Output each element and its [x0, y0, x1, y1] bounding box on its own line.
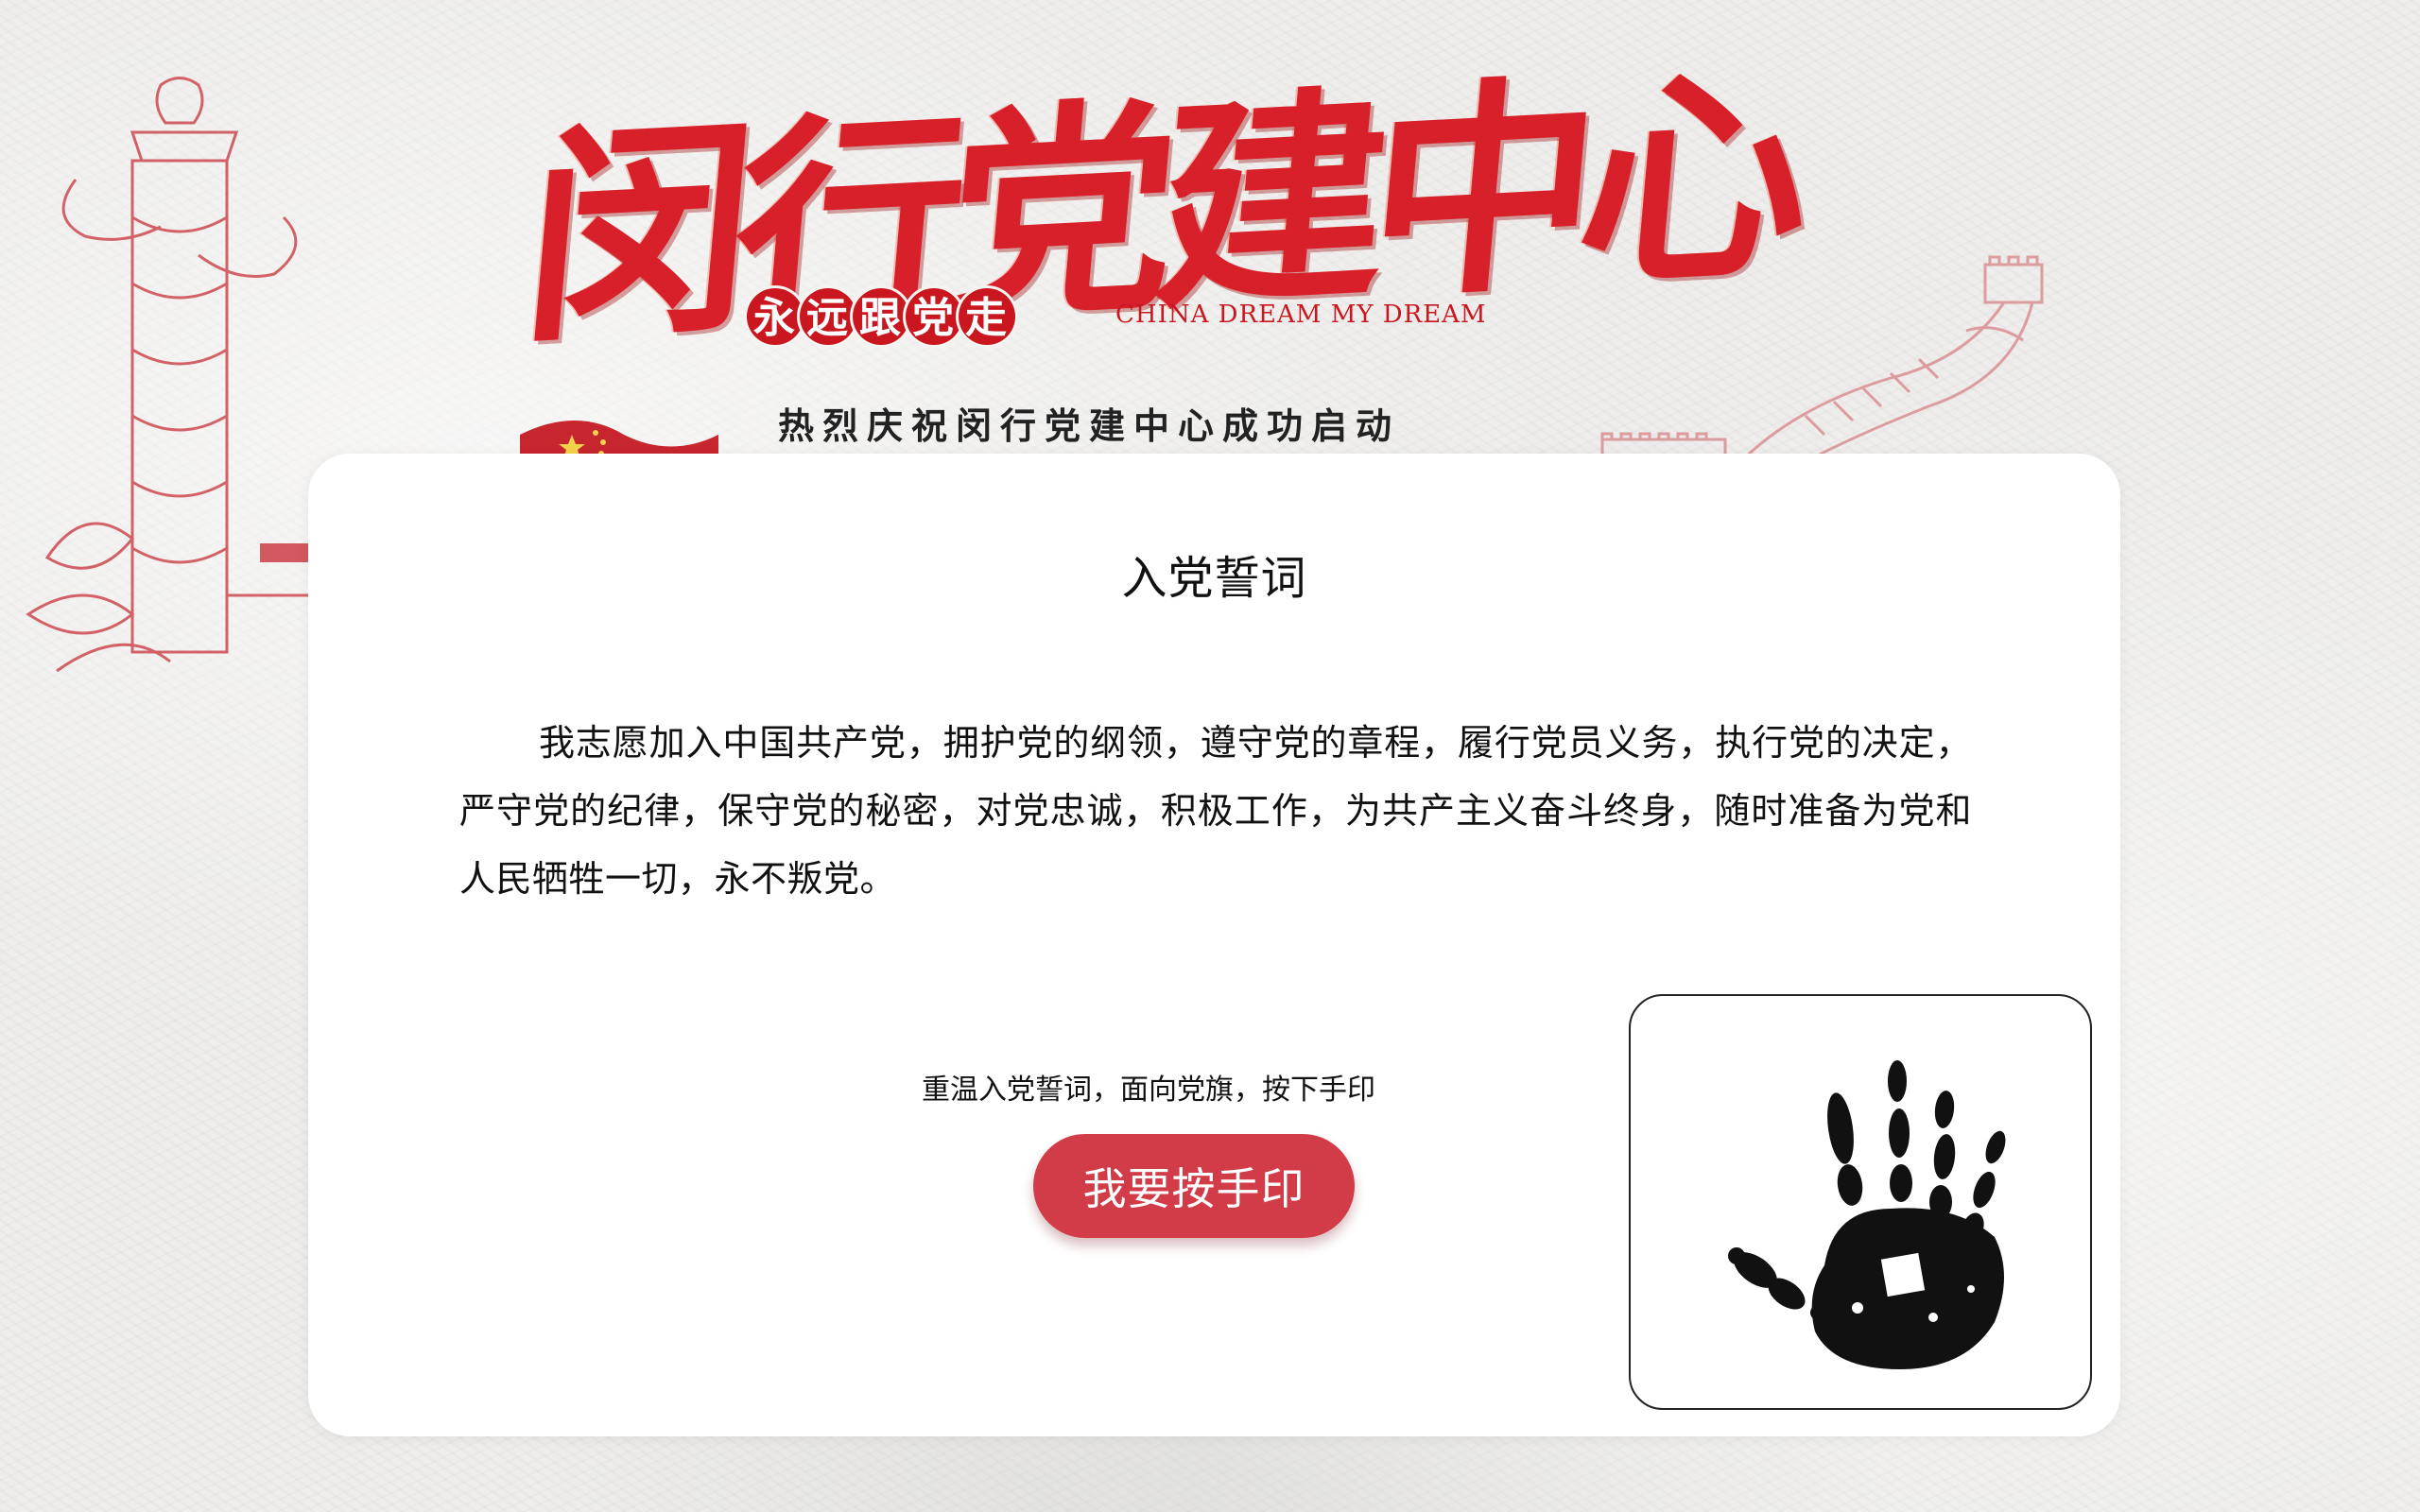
badge-char: 跟: [853, 288, 909, 345]
hint-label: 重温入党誓词，面向党旗，按下手印: [922, 1074, 1375, 1107]
badge-char: 党: [906, 288, 962, 345]
badge-char: 走: [959, 288, 1015, 345]
press-handprint-button[interactable]: 我要按手印: [1033, 1134, 1355, 1238]
huabiao-pillar-icon: [26, 77, 326, 673]
handprint-icon: [1728, 1060, 2006, 1369]
card-title: 入党誓词: [1121, 552, 1307, 605]
oath-text: 我志愿加入中国共产党，拥护党的纲领，遵守党的章程，履行党员义务，执行党的决定，严…: [459, 722, 1972, 900]
slogan-english: CHINA DREAM MY DREAM: [1115, 301, 1487, 329]
oath-card: 入党誓词 我志愿加入中国共产党，拥护党的纲领，遵守党的章程，履行党员义务，执行党…: [308, 454, 2120, 1436]
badge-char: 永: [747, 288, 804, 345]
badge-char: 远: [800, 288, 856, 345]
page-subtitle: 热烈庆祝闵行党建中心成功启动: [778, 405, 1401, 447]
title-badge: 永远跟党走: [747, 288, 1015, 349]
header-banner: 闵行党建中心 永远跟党走 CHINA DREAM MY DREAM: [514, 38, 1805, 397]
handprint-box[interactable]: [1629, 994, 2092, 1410]
page-title: 闵行党建中心: [513, 42, 1805, 374]
